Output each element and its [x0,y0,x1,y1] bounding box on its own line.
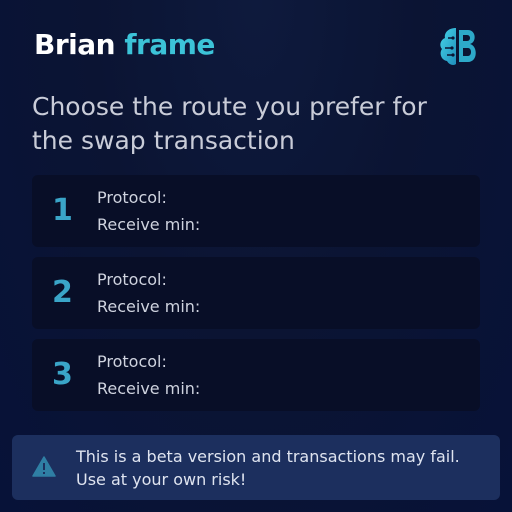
receive-min-label: Receive min: [97,379,201,398]
route-option-2[interactable]: 2 Protocol: Receive min: [32,257,480,329]
warning-text: This is a beta version and transactions … [76,447,460,489]
protocol-label: Protocol: [97,270,167,289]
protocol-label: Protocol: [97,188,167,207]
beta-warning-banner: This is a beta version and transactions … [12,435,500,500]
route-number: 1 [52,193,73,228]
brand-word-brian: Brian [34,28,116,61]
header: Brian frame [34,24,478,68]
route-number: 2 [52,275,73,310]
route-number: 3 [52,357,73,392]
page-heading: Choose the route you prefer for the swap… [32,92,427,155]
brand-word-frame: frame [124,28,215,61]
route-option-1[interactable]: 1 Protocol: Receive min: [32,175,480,247]
routes-list: 1 Protocol: Receive min: 2 Protocol: Rec… [32,175,480,421]
warning-triangle-icon [32,456,56,477]
receive-min-label: Receive min: [97,215,201,234]
brain-b-logo-icon [440,28,476,65]
protocol-label: Protocol: [97,352,167,371]
brand-title: Brian frame [34,28,215,61]
receive-min-label: Receive min: [97,297,201,316]
route-option-3[interactable]: 3 Protocol: Receive min: [32,339,480,411]
